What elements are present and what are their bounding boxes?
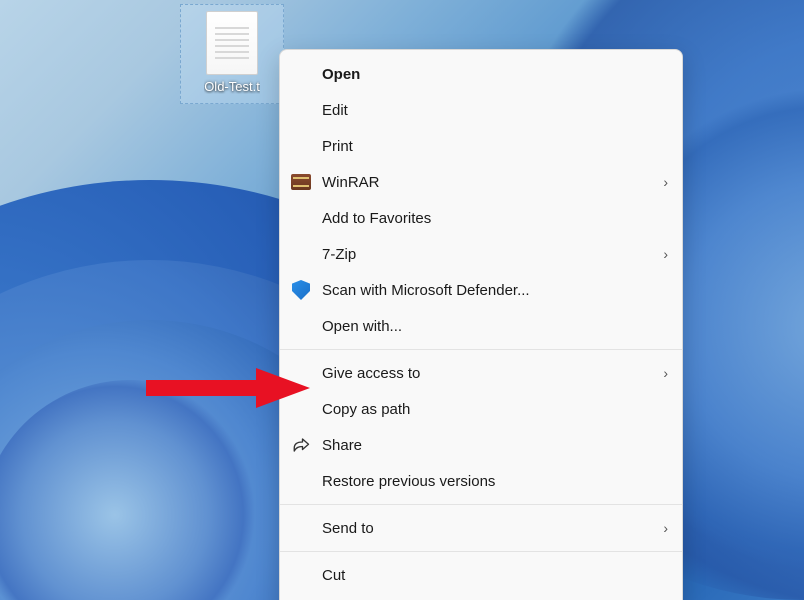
menu-item-edit[interactable]: Edit xyxy=(280,92,682,128)
menu-item-restore-previous[interactable]: Restore previous versions xyxy=(280,463,682,499)
chevron-right-icon: › xyxy=(663,365,668,381)
menu-item-label: Scan with Microsoft Defender... xyxy=(322,282,668,299)
menu-item-label: Add to Favorites xyxy=(322,210,668,227)
blank-icon xyxy=(290,362,312,384)
menu-item-label: WinRAR xyxy=(322,174,651,191)
menu-item-label: Give access to xyxy=(322,365,651,382)
blank-icon xyxy=(290,564,312,586)
menu-item-share[interactable]: Share xyxy=(280,427,682,463)
menu-item-label: Share xyxy=(322,437,668,454)
blank-icon xyxy=(290,243,312,265)
menu-separator xyxy=(280,551,682,552)
menu-item-label: Cut xyxy=(322,567,668,584)
blank-icon xyxy=(290,99,312,121)
menu-item-give-access[interactable]: Give access to › xyxy=(280,355,682,391)
menu-separator xyxy=(280,349,682,350)
desktop-file-selected[interactable]: Old-Test.t xyxy=(180,4,284,104)
menu-item-scan-defender[interactable]: Scan with Microsoft Defender... xyxy=(280,272,682,308)
file-label: Old-Test.t xyxy=(204,79,260,94)
context-menu: Open Edit Print WinRAR › Add to Favorite… xyxy=(279,49,683,600)
menu-item-label: 7-Zip xyxy=(322,246,651,263)
menu-item-label: Send to xyxy=(322,520,651,537)
winrar-icon xyxy=(290,171,312,193)
blank-icon xyxy=(290,517,312,539)
text-file-icon xyxy=(206,11,258,75)
menu-item-label: Open xyxy=(322,66,668,83)
menu-item-label: Restore previous versions xyxy=(322,473,668,490)
menu-separator xyxy=(280,504,682,505)
menu-item-7zip[interactable]: 7-Zip › xyxy=(280,236,682,272)
menu-item-open[interactable]: Open xyxy=(280,56,682,92)
blank-icon xyxy=(290,135,312,157)
menu-item-copy[interactable]: Copy xyxy=(280,593,682,600)
menu-item-copy-as-path[interactable]: Copy as path xyxy=(280,391,682,427)
menu-item-label: Open with... xyxy=(322,318,668,335)
blank-icon xyxy=(290,63,312,85)
blank-icon xyxy=(290,315,312,337)
blank-icon xyxy=(290,398,312,420)
chevron-right-icon: › xyxy=(663,174,668,190)
desktop[interactable]: Old-Test.t Open Edit Print WinRAR › Add … xyxy=(0,0,804,600)
shield-icon xyxy=(290,279,312,301)
menu-item-add-to-favorites[interactable]: Add to Favorites xyxy=(280,200,682,236)
chevron-right-icon: › xyxy=(663,246,668,262)
chevron-right-icon: › xyxy=(663,520,668,536)
menu-item-label: Edit xyxy=(322,102,668,119)
menu-item-send-to[interactable]: Send to › xyxy=(280,510,682,546)
menu-item-label: Print xyxy=(322,138,668,155)
menu-item-label: Copy as path xyxy=(322,401,668,418)
menu-item-open-with[interactable]: Open with... xyxy=(280,308,682,344)
menu-item-cut[interactable]: Cut xyxy=(280,557,682,593)
blank-icon xyxy=(290,207,312,229)
share-icon xyxy=(290,434,312,456)
blank-icon xyxy=(290,470,312,492)
menu-item-winrar[interactable]: WinRAR › xyxy=(280,164,682,200)
menu-item-print[interactable]: Print xyxy=(280,128,682,164)
bg-swirl xyxy=(0,380,280,600)
